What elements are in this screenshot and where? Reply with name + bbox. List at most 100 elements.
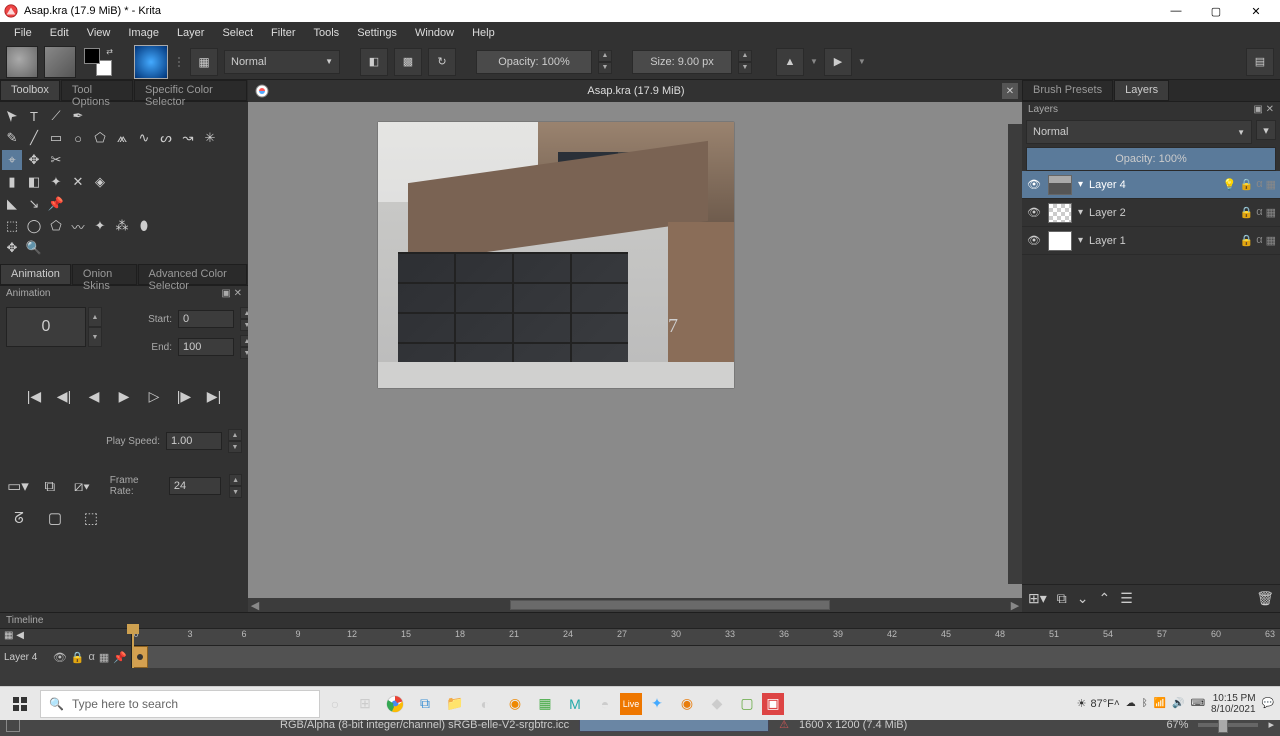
checker-icon[interactable]: ▦ bbox=[1266, 178, 1276, 191]
tool-move[interactable]: ⌖ bbox=[2, 150, 22, 170]
track-visibility-icon[interactable]: 👁 bbox=[53, 651, 67, 664]
menu-file[interactable]: File bbox=[6, 25, 40, 41]
next-frame-button[interactable]: ▷ bbox=[141, 383, 167, 409]
close-button[interactable]: ✕ bbox=[1236, 0, 1276, 22]
layer-filter-button[interactable]: ▾ bbox=[1256, 120, 1276, 140]
tool-line[interactable]: ╱ bbox=[24, 128, 44, 148]
play-speed-input[interactable]: 1.00 bbox=[166, 432, 222, 450]
tray-chevron-icon[interactable]: ˄ bbox=[1114, 698, 1120, 709]
menu-help[interactable]: Help bbox=[464, 25, 503, 41]
play-speed-spinner[interactable]: ▲▼ bbox=[228, 429, 242, 453]
playhead[interactable] bbox=[132, 628, 134, 668]
eraser-mode-button[interactable]: ◧ bbox=[360, 48, 388, 76]
maximize-button[interactable]: ▢ bbox=[1196, 0, 1236, 22]
layer-blend-mode-dropdown[interactable]: Normal▼ bbox=[1026, 120, 1252, 144]
chrome-icon[interactable] bbox=[380, 689, 410, 719]
tab-advanced-color[interactable]: Advanced Color Selector bbox=[138, 264, 247, 285]
layer-opacity-slider[interactable]: Opacity: 100% bbox=[1026, 147, 1276, 171]
tool-transform[interactable] bbox=[2, 106, 22, 126]
track-alpha-icon[interactable]: α bbox=[89, 651, 95, 663]
checker-icon[interactable]: ▦ bbox=[1266, 206, 1276, 219]
layer-row[interactable]: 👁 ▾ Layer 2 🔒α▦ bbox=[1022, 199, 1280, 227]
zoom-slider[interactable] bbox=[1198, 723, 1258, 727]
tool-fill[interactable]: ▮ bbox=[2, 172, 22, 192]
cortana-icon[interactable]: ○ bbox=[320, 689, 350, 719]
opacity-slider[interactable]: Opacity: 100% bbox=[476, 50, 592, 74]
app-icon-2[interactable]: ◉ bbox=[500, 689, 530, 719]
weather-widget[interactable]: ☀ 87°F bbox=[1077, 697, 1114, 710]
skip-start-button[interactable]: |◀ bbox=[21, 383, 47, 409]
tool-ellipse[interactable]: ○ bbox=[68, 128, 88, 148]
alpha-icon[interactable]: α bbox=[1256, 206, 1262, 219]
menu-window[interactable]: Window bbox=[407, 25, 462, 41]
blender-icon[interactable]: ◉ bbox=[672, 689, 702, 719]
tool-rectangle[interactable]: ▭ bbox=[46, 128, 66, 148]
tray-language-icon[interactable]: ⌨ bbox=[1191, 698, 1205, 709]
delete-layer-button[interactable]: 🗑 bbox=[1256, 590, 1274, 607]
tool-brush[interactable]: ✎ bbox=[2, 128, 22, 148]
gradient-button-2[interactable] bbox=[44, 46, 76, 78]
app-icon-4[interactable]: M bbox=[560, 689, 590, 719]
workspace-chooser-button[interactable]: ▤ bbox=[1246, 48, 1274, 76]
timeline-ruler[interactable]: ▦ ◀ 036912151821242730333639424548515457… bbox=[0, 628, 1280, 646]
tab-animation[interactable]: Animation bbox=[0, 264, 71, 285]
frame-rate-spinner[interactable]: ▲▼ bbox=[229, 474, 242, 498]
minimize-button[interactable]: ― bbox=[1156, 0, 1196, 22]
tray-volume-icon[interactable]: 🔊 bbox=[1172, 698, 1184, 709]
tray-wifi-icon[interactable]: 📶 bbox=[1154, 698, 1166, 709]
track-onion-icon[interactable]: ▦ bbox=[99, 651, 109, 664]
task-view-icon[interactable]: ⊞ bbox=[350, 689, 380, 719]
tool-select-bezier[interactable]: ⬮ bbox=[134, 216, 154, 236]
visibility-icon[interactable]: 👁 bbox=[1026, 178, 1042, 191]
tool-pattern-edit[interactable]: ◈ bbox=[90, 172, 110, 192]
tool-dynamic-brush[interactable]: ↝ bbox=[178, 128, 198, 148]
lock-icon[interactable]: 🔒 bbox=[1240, 234, 1254, 247]
tool-transform-tool[interactable]: ✥ bbox=[24, 150, 44, 170]
add-blank-frame-button[interactable]: ▭▾ bbox=[6, 473, 30, 499]
blend-mode-dropdown[interactable]: Normal ▼ bbox=[224, 50, 340, 74]
unity-icon[interactable]: ◆ bbox=[702, 689, 732, 719]
brush-settings-button[interactable]: ▦ bbox=[190, 48, 218, 76]
app-icon-7[interactable]: ✦ bbox=[642, 689, 672, 719]
menu-select[interactable]: Select bbox=[214, 25, 261, 41]
timeline-track[interactable]: Layer 4 👁 🔒 α ▦ 📌 bbox=[0, 646, 1280, 668]
layer-row[interactable]: 👁 ▾ Layer 4 💡🔒α▦ bbox=[1022, 171, 1280, 199]
canvas-horizontal-scrollbar[interactable]: ◀▶ bbox=[248, 598, 1022, 612]
mirror-vertical-button[interactable]: ▶ bbox=[824, 48, 852, 76]
tool-reference[interactable]: 📌 bbox=[46, 194, 66, 214]
tab-toolbox[interactable]: Toolbox bbox=[0, 80, 60, 101]
tool-measure[interactable]: ↘ bbox=[24, 194, 44, 214]
next-keyframe-button[interactable]: |▶ bbox=[171, 383, 197, 409]
play-button[interactable]: ▶ bbox=[111, 383, 137, 409]
explorer-icon[interactable]: 📁 bbox=[440, 689, 470, 719]
remove-frame-button[interactable]: ⧄▾ bbox=[70, 473, 94, 499]
onion-skin-button[interactable]: ᘔ bbox=[6, 505, 32, 531]
tool-smart-patch[interactable]: ✕ bbox=[68, 172, 88, 192]
size-spinner[interactable]: ▲▼ bbox=[738, 50, 752, 74]
tab-onion-skins[interactable]: Onion Skins bbox=[72, 264, 137, 285]
app-icon-9[interactable]: ▣ bbox=[762, 693, 784, 715]
document-close-button[interactable]: ✕ bbox=[1002, 83, 1018, 99]
visibility-icon[interactable]: 👁 bbox=[1026, 206, 1042, 219]
menu-image[interactable]: Image bbox=[120, 25, 167, 41]
tool-select-contiguous[interactable]: ✦ bbox=[90, 216, 110, 236]
tool-assistant[interactable]: ◣ bbox=[2, 194, 22, 214]
tool-polyline[interactable]: ⩕ bbox=[112, 128, 132, 148]
tool-text[interactable]: T bbox=[24, 106, 44, 126]
tab-brush-presets[interactable]: Brush Presets bbox=[1022, 80, 1113, 101]
tray-notifications-icon[interactable]: 💬 bbox=[1262, 698, 1274, 709]
brush-preset-button[interactable] bbox=[134, 45, 168, 79]
tool-select-rect[interactable]: ⬚ bbox=[2, 216, 22, 236]
current-frame-input[interactable]: 0 bbox=[6, 307, 86, 347]
menu-layer[interactable]: Layer bbox=[169, 25, 213, 41]
track-pin-icon[interactable]: 📌 bbox=[113, 651, 127, 664]
app-icon-1[interactable]: ◐ bbox=[470, 689, 500, 719]
current-frame-spinner[interactable]: ▲▼ bbox=[88, 307, 102, 347]
tool-select-polygon[interactable]: ⬠ bbox=[46, 216, 66, 236]
tool-select-similar[interactable]: ⁂ bbox=[112, 216, 132, 236]
tool-color-picker[interactable]: ✦ bbox=[46, 172, 66, 192]
track-lock-icon[interactable]: 🔒 bbox=[71, 651, 85, 664]
menu-filter[interactable]: Filter bbox=[263, 25, 303, 41]
audio-button[interactable]: ▢ bbox=[42, 505, 68, 531]
move-layer-down-button[interactable]: ⌄ bbox=[1077, 590, 1089, 607]
